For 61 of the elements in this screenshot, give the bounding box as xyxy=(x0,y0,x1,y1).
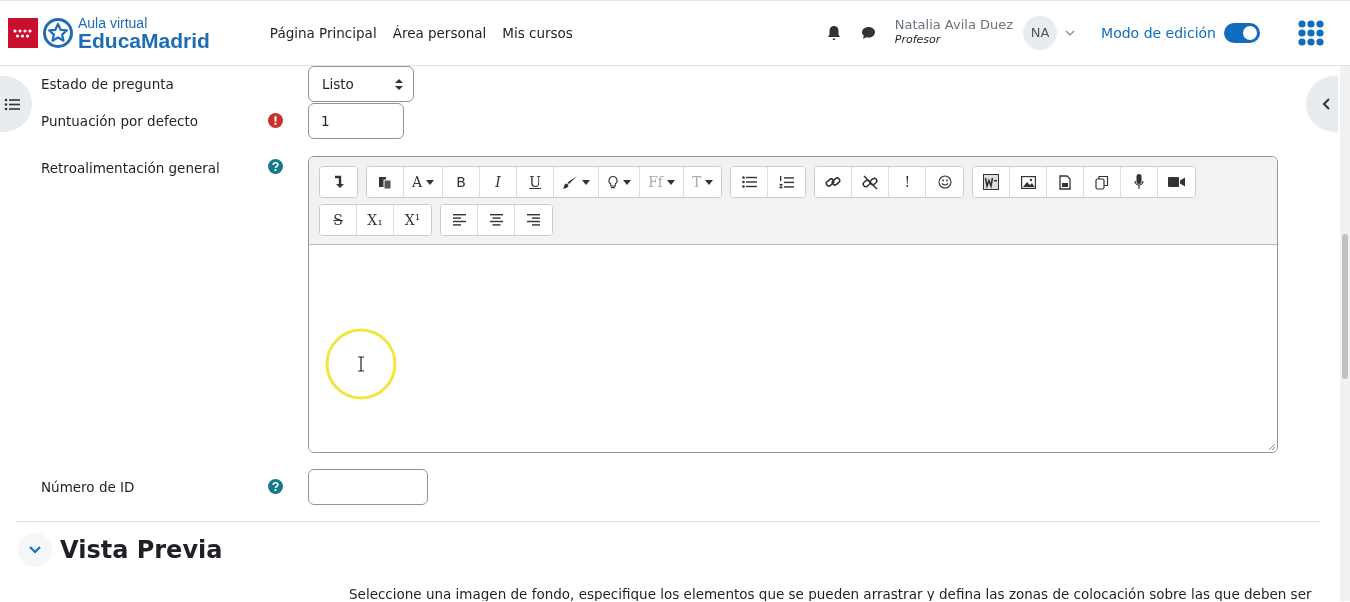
smiley-icon xyxy=(937,175,952,189)
numbered-list-icon xyxy=(779,175,795,189)
toolbar-button[interactable] xyxy=(973,167,1011,197)
resize-grip-icon[interactable] xyxy=(1268,443,1276,451)
text-field[interactable]: 1 xyxy=(308,103,404,139)
chevron-down-icon[interactable] xyxy=(1065,30,1076,36)
chevron-left-icon xyxy=(1322,98,1330,110)
star-logo-icon xyxy=(42,17,74,49)
lightbulb-icon xyxy=(607,174,620,190)
brush-icon xyxy=(562,175,579,189)
microphone-icon xyxy=(1134,174,1145,190)
field-label: Estado de pregunta xyxy=(41,76,174,92)
scrollbar[interactable] xyxy=(1340,66,1350,601)
word-document-icon xyxy=(983,174,1000,190)
video-camera-icon xyxy=(1168,176,1186,188)
toolbar-button[interactable] xyxy=(441,205,478,235)
section-title: Vista Previa xyxy=(60,535,223,566)
user-name: Natalia Avila Duez xyxy=(894,17,1014,32)
nav-link[interactable]: Área personal xyxy=(392,22,487,44)
nav-link[interactable]: Página Principal xyxy=(269,22,377,44)
help-icon[interactable] xyxy=(268,479,283,494)
arrow-down-icon xyxy=(333,175,344,189)
description-text: Seleccione una imagen de fondo, especifique los elementos que se pueden arrastrar y defina las zonas de colocación sobre las que deben ser xyxy=(349,585,1313,601)
logo-title: EducaMadrid xyxy=(78,29,210,51)
help-icon[interactable] xyxy=(268,159,283,174)
edit-mode-label: Modo de edición xyxy=(1101,23,1216,43)
unlink-icon xyxy=(861,174,879,190)
align-center-icon xyxy=(489,214,503,226)
link-icon xyxy=(825,175,842,189)
collapse-toggle[interactable] xyxy=(18,533,52,567)
image-icon xyxy=(1020,175,1036,189)
text-field[interactable] xyxy=(308,469,428,505)
user-avatar[interactable]: NA xyxy=(1023,16,1058,50)
field-label: Número de ID xyxy=(41,479,135,495)
chevron-down-icon xyxy=(29,546,41,554)
file-icon xyxy=(1059,174,1072,190)
toolbar-button[interactable] xyxy=(731,167,769,197)
drawer-toggle[interactable] xyxy=(0,76,32,132)
bullet-list-icon xyxy=(741,176,757,188)
sort-arrows-icon xyxy=(395,78,403,90)
toolbar-button[interactable]: S xyxy=(320,205,357,235)
field-label: Puntuación por defecto xyxy=(41,113,198,129)
edit-mode-toggle[interactable] xyxy=(1224,23,1260,43)
chat-icon[interactable] xyxy=(860,26,876,40)
block-drawer-toggle[interactable] xyxy=(1306,76,1338,132)
toolbar-button[interactable] xyxy=(320,167,357,197)
apps-grid-icon[interactable] xyxy=(1298,20,1324,46)
toolbar-button[interactable] xyxy=(815,167,853,197)
field-label: Retroalimentación general xyxy=(41,160,220,176)
align-left-icon xyxy=(452,214,466,226)
user-role: Profesor xyxy=(894,31,942,48)
copy-icon xyxy=(1095,174,1110,190)
align-right-icon xyxy=(527,214,540,226)
bell-icon[interactable] xyxy=(826,25,841,41)
logo-subtitle: Aula virtual xyxy=(78,15,149,30)
toolbar-button[interactable] xyxy=(367,167,404,197)
flag-icon xyxy=(8,18,38,48)
paste-icon xyxy=(378,175,392,189)
select-field[interactable]: Listo xyxy=(308,66,414,102)
nav-link[interactable]: Mis cursos xyxy=(502,22,573,44)
list-icon xyxy=(4,97,20,111)
